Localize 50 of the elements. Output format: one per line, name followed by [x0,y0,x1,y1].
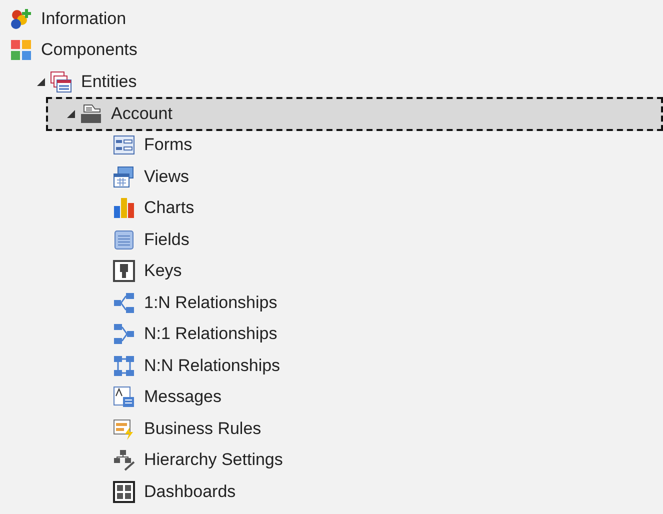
item-label: Fields [144,230,190,250]
tree-item[interactable]: Components [0,34,663,66]
tree-item[interactable]: Keys [0,256,663,287]
item-label: Information [41,8,126,29]
expanded-triangle-icon[interactable] [67,110,75,118]
expanded-triangle-icon[interactable] [37,78,45,86]
tree-item[interactable]: Dashboards [0,476,663,508]
item-label: N:1 Relationships [144,324,278,344]
tree-item[interactable]: Account [46,96,663,130]
document-icon [113,228,135,251]
tree-item[interactable]: N:N Relationships [0,350,663,382]
item-label: Components [41,40,138,60]
tree-item[interactable]: Business Rules [0,413,663,444]
tree-item[interactable]: N:1 Relationships [0,318,663,350]
tree-item[interactable]: Charts [0,192,663,224]
item-label: Messages [144,387,222,408]
item-label: Views [144,166,190,187]
tray-icon [80,102,102,124]
tree-item[interactable]: Information [0,3,663,34]
form-icon [113,134,135,156]
item-label: Business Rules [144,418,262,439]
key-icon [113,260,135,282]
tree-item[interactable]: Fields [0,224,663,256]
item-label: Keys [144,261,182,282]
rule-icon [113,418,135,440]
relationship-icon [113,354,135,377]
tree-item[interactable]: Hierarchy Settings [0,444,663,476]
relationship-icon [113,292,135,314]
tree-item[interactable]: Entities [0,66,663,98]
item-label: Account [111,104,172,124]
grid-icon [10,39,32,62]
tree-item[interactable]: Views [0,161,663,192]
relationship-icon [113,323,135,346]
tree-item[interactable]: Messages [0,382,663,413]
item-label: Charts [144,198,194,218]
item-label: Entities [81,72,137,92]
item-label: N:N Relationships [144,356,280,376]
tree-item[interactable]: 1:N Relationships [0,287,663,318]
dashboard-icon [113,480,135,503]
item-label: Dashboards [144,482,236,502]
item-label: Hierarchy Settings [144,450,283,470]
message-icon [113,386,135,408]
window-grid-icon [113,166,135,188]
item-label: Forms [144,135,192,156]
tree-item[interactable]: Forms [0,130,663,161]
stacked-windows-icon [50,70,72,93]
hierarchy-icon [113,449,135,472]
shapes-icon [10,8,32,30]
item-label: 1:N Relationships [144,292,278,313]
bar-chart-icon [113,197,135,220]
